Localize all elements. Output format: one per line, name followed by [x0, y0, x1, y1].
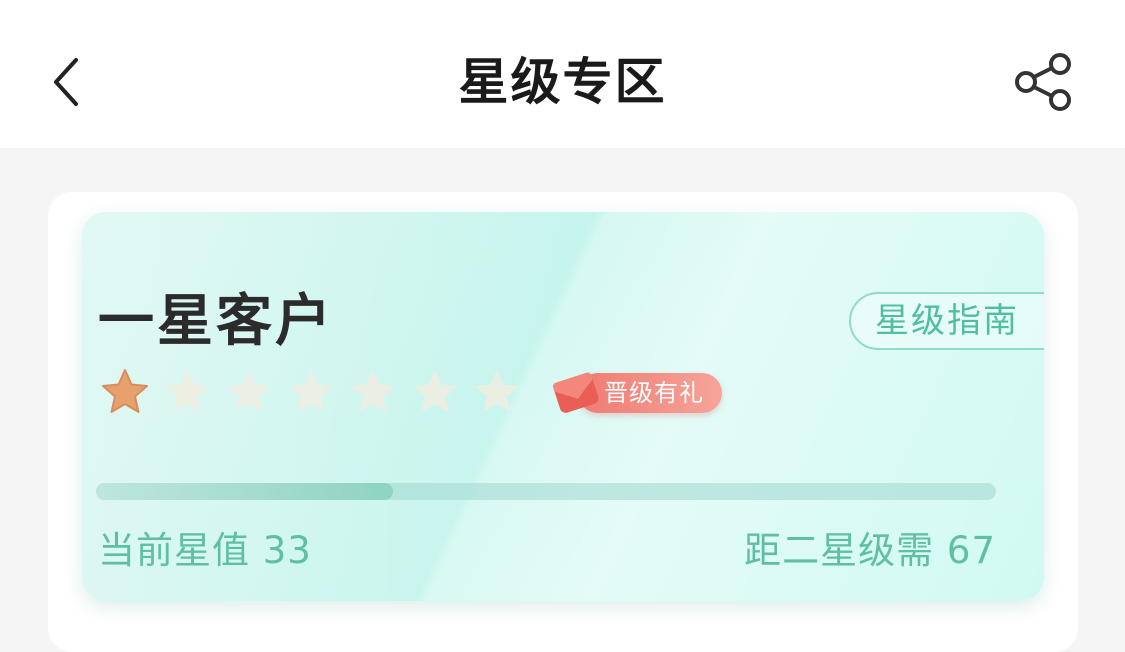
promotion-gift-badge[interactable]: 晋级有礼: [548, 369, 724, 415]
top-nav-bar: 星级专区: [0, 0, 1125, 148]
page-title: 星级专区: [458, 53, 667, 111]
star-icon: [102, 369, 148, 413]
star-guide-button[interactable]: 星级指南: [849, 292, 1044, 350]
star-icon: [351, 370, 395, 412]
gift-badge-label: 晋级有礼: [604, 379, 704, 407]
star-progress-fill: [96, 483, 393, 500]
current-star-value: 当前星值 33: [98, 529, 312, 572]
star-rating: [100, 367, 522, 423]
star-icon: [413, 370, 457, 412]
star-icon: [165, 370, 209, 412]
star-icon: [289, 370, 333, 412]
level-title: 一星客户: [98, 289, 334, 354]
red-envelope-icon: [552, 372, 599, 413]
star-progress-bar: [96, 483, 996, 500]
share-button[interactable]: [1008, 46, 1080, 118]
share-icon: [1015, 53, 1071, 111]
next-level-requirement: 距二星级需 67: [744, 529, 996, 572]
star-icon: [227, 370, 271, 412]
star-level-card: 一星客户 星级指南 晋级有礼 当前星值 33 距二星级需 67: [82, 212, 1044, 601]
star-icon: [475, 370, 519, 412]
